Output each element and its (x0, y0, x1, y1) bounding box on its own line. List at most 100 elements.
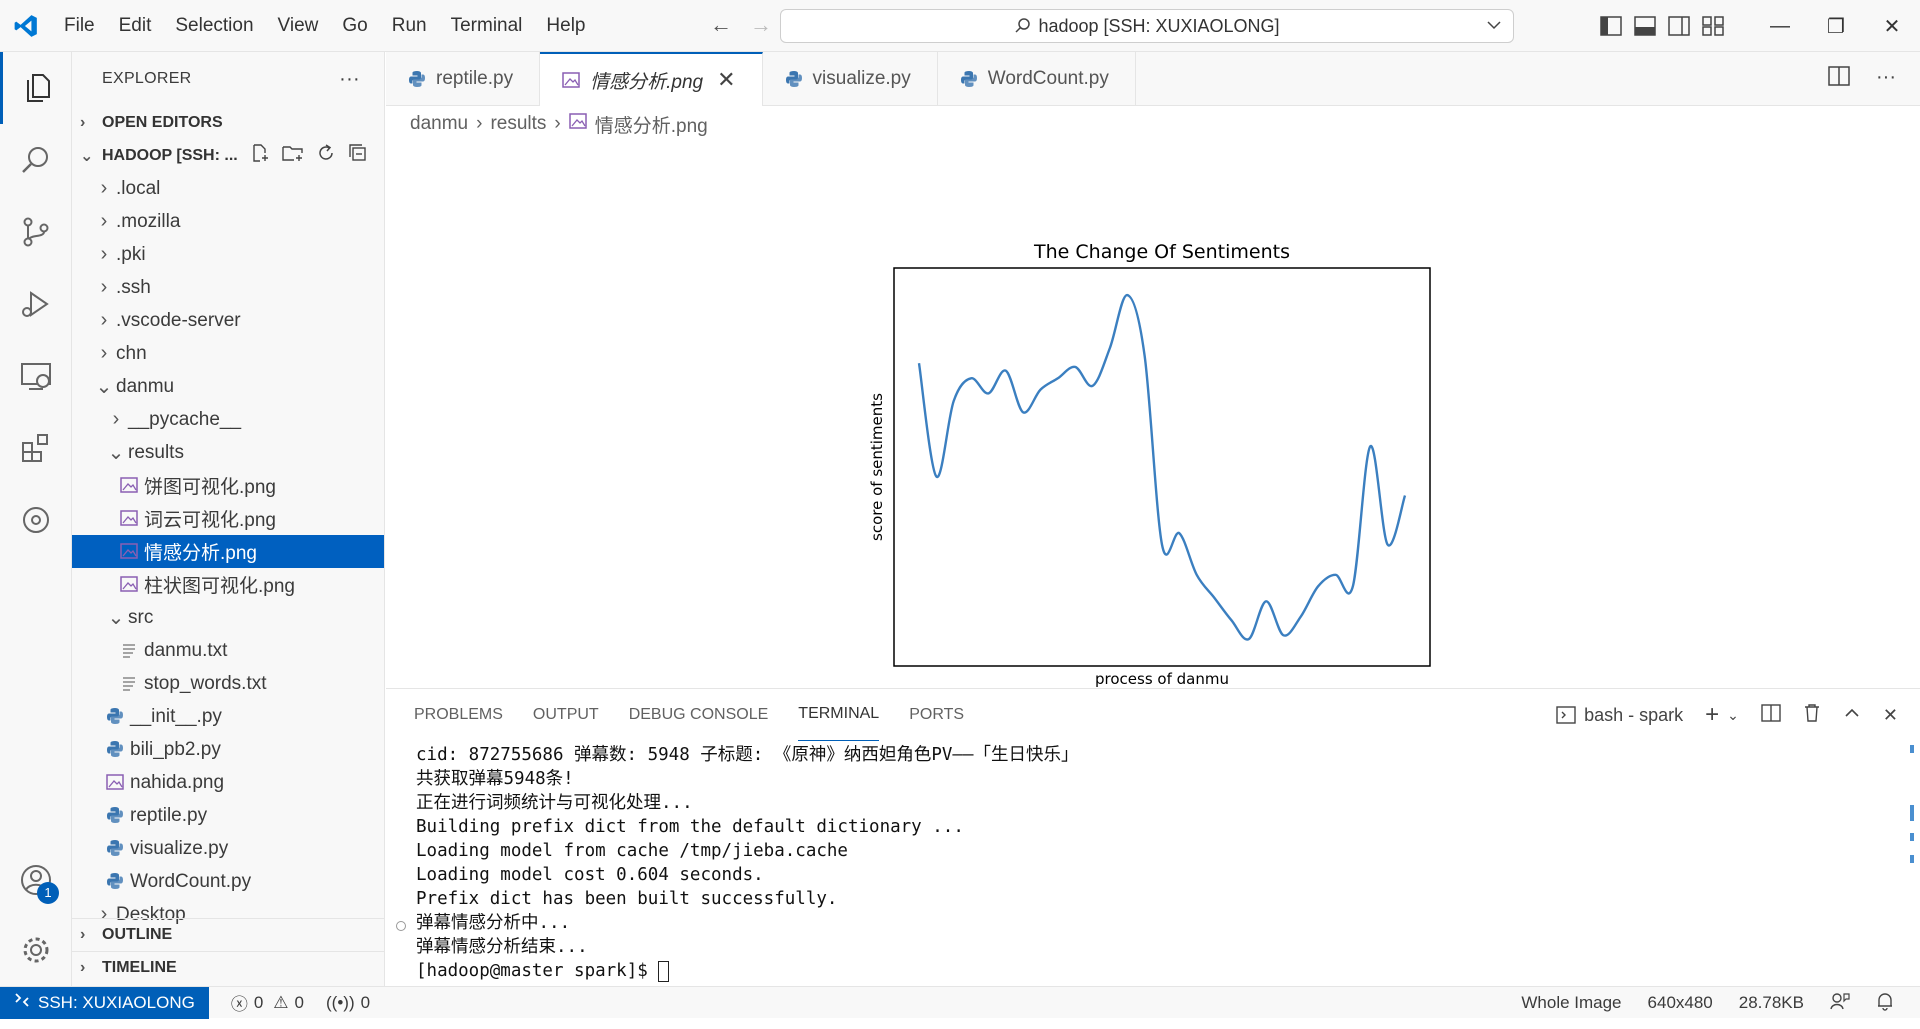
split-terminal-icon[interactable] (1761, 703, 1781, 728)
more-actions-icon[interactable]: ··· (339, 68, 360, 91)
tree-folder[interactable]: › chn (72, 337, 384, 370)
tree-file[interactable]: stop_words.txt (72, 667, 384, 700)
open-editors-section[interactable]: › OPEN EDITORS (72, 106, 384, 139)
editor-tab[interactable]: 情感分析.png ✕ (540, 52, 763, 106)
chevron-down-icon[interactable]: ⌄ (1727, 707, 1739, 724)
settings-gear-icon[interactable] (0, 914, 72, 986)
refresh-icon[interactable] (316, 143, 336, 168)
error-icon: ⓧ (230, 995, 248, 1014)
tree-folder[interactable]: ⌄ src (72, 601, 384, 634)
breadcrumb-item[interactable]: danmu (410, 113, 468, 135)
maximize-panel-icon[interactable] (1843, 704, 1861, 727)
panel-tab-output[interactable]: OUTPUT (533, 689, 599, 741)
new-folder-icon[interactable] (282, 143, 304, 168)
remote-explorer-icon[interactable] (0, 340, 72, 412)
tree-folder[interactable]: › .local (72, 172, 384, 205)
panel-tab-ports[interactable]: PORTS (909, 689, 964, 741)
tree-file[interactable]: danmu.txt (72, 634, 384, 667)
tree-folder[interactable]: › .mozilla (72, 205, 384, 238)
close-panel-icon[interactable]: ✕ (1883, 705, 1898, 726)
tree-file[interactable]: __init__.py (72, 700, 384, 733)
menu-view[interactable]: View (266, 0, 331, 52)
tree-folder[interactable]: › .vscode-server (72, 304, 384, 337)
search-icon (1015, 18, 1031, 33)
back-arrow-icon[interactable]: ← (710, 12, 732, 38)
tree-file[interactable]: 情感分析.png (72, 535, 384, 568)
problems-status[interactable]: ⓧ 0 ⚠ 0 (231, 990, 304, 1015)
menu-file[interactable]: File (52, 0, 107, 52)
customize-layout-icon[interactable] (1702, 16, 1724, 36)
chevron-down-icon[interactable] (1485, 16, 1503, 39)
extensions-icon[interactable] (0, 412, 72, 484)
panel-tab-problems[interactable]: PROBLEMS (414, 689, 503, 741)
breadcrumb-item[interactable]: results (490, 113, 546, 135)
tree-label: reptile.py (130, 804, 208, 826)
search-icon[interactable] (0, 124, 72, 196)
toggle-primary-sidebar-icon[interactable] (1600, 16, 1622, 36)
forward-arrow-icon[interactable]: → (750, 12, 772, 38)
tree-folder[interactable]: ⌄ danmu (72, 370, 384, 403)
more-actions-icon[interactable]: ··· (1876, 66, 1896, 92)
tree-label: nahida.png (130, 771, 225, 793)
toggle-panel-icon[interactable] (1634, 16, 1656, 36)
run-debug-icon[interactable] (0, 268, 72, 340)
view-mode[interactable]: Whole Image (1521, 993, 1621, 1013)
tree-file[interactable]: visualize.py (72, 832, 384, 865)
restore-icon[interactable]: ❐ (1808, 14, 1864, 39)
menu-run[interactable]: Run (380, 0, 439, 52)
tree-file[interactable]: bili_pb2.py (72, 733, 384, 766)
tree-label: 情感分析.png (144, 543, 257, 564)
notifications-bell-icon[interactable] (1876, 991, 1894, 1016)
ports-status[interactable]: ((•)) 0 (326, 993, 370, 1013)
terminal-output[interactable]: cid: 872755686 弹幕数: 5948 子标题: 《原神》纳西妲角色P… (416, 743, 1079, 983)
trash-icon[interactable] (1803, 703, 1821, 728)
editor-tab[interactable]: reptile.py (386, 52, 541, 106)
feedback-icon[interactable] (1830, 992, 1850, 1015)
panel-tab-debug-console[interactable]: DEBUG CONSOLE (629, 689, 769, 741)
editor-tab[interactable]: visualize.py (763, 52, 938, 106)
tree-file[interactable]: nahida.png (72, 766, 384, 799)
new-file-icon[interactable] (250, 143, 270, 168)
menu-edit[interactable]: Edit (107, 0, 164, 52)
close-tab-icon[interactable]: ✕ (717, 67, 735, 93)
tree-file[interactable]: reptile.py (72, 799, 384, 832)
tree-folder[interactable]: ⌄ results (72, 436, 384, 469)
outline-section[interactable]: › OUTLINE (72, 918, 384, 951)
terminal-line: 正在进行词频统计与可视化处理... (416, 793, 693, 813)
remote-indicator[interactable]: SSH: XUXIAOLONG (0, 986, 209, 1019)
tree-file[interactable]: 饼图可视化.png (72, 469, 384, 502)
terminal-selector[interactable]: bash - spark (1556, 705, 1683, 726)
tree-file[interactable]: 词云可视化.png (72, 502, 384, 535)
tree-file[interactable]: WordCount.py (72, 865, 384, 898)
explorer-icon[interactable] (0, 52, 72, 124)
tree-label: __pycache__ (128, 408, 242, 430)
new-terminal-icon[interactable]: + (1705, 701, 1719, 729)
workspace-section[interactable]: ⌄ HADOOP [SSH: ... (72, 139, 384, 172)
command-center[interactable]: hadoop [SSH: XUXIAOLONG] (780, 9, 1514, 43)
vscode-logo-icon (0, 0, 52, 52)
breadcrumb-item[interactable]: 情感分析.png (595, 111, 708, 138)
scrollbar-markers[interactable] (1910, 745, 1914, 985)
tree-folder[interactable]: › .pki (72, 238, 384, 271)
menu-selection[interactable]: Selection (163, 0, 265, 52)
menu-help[interactable]: Help (534, 0, 597, 52)
menu-go[interactable]: Go (330, 0, 379, 52)
chart-title: The Change Of Sentiments (1033, 241, 1290, 263)
toggle-secondary-sidebar-icon[interactable] (1668, 16, 1690, 36)
minimize-icon[interactable]: — (1752, 15, 1808, 38)
split-editor-icon[interactable] (1828, 66, 1850, 92)
tree-file[interactable]: 柱状图可视化.png (72, 568, 384, 601)
panel-tab-terminal[interactable]: TERMINAL (798, 689, 880, 741)
collapse-all-icon[interactable] (348, 143, 368, 168)
editor-tab[interactable]: WordCount.py (938, 52, 1136, 106)
tree-folder[interactable]: › .ssh (72, 271, 384, 304)
image-file-icon (120, 475, 144, 497)
menu-terminal[interactable]: Terminal (439, 0, 535, 52)
terminal-prompt-line: [hadoop@master spark]$ (416, 959, 1079, 983)
timeline-view-icon[interactable] (0, 484, 72, 556)
accounts-icon[interactable]: 1 (0, 844, 72, 916)
source-control-icon[interactable] (0, 196, 72, 268)
close-window-icon[interactable]: ✕ (1864, 14, 1920, 39)
timeline-section[interactable]: › TIMELINE (72, 951, 384, 984)
tree-folder[interactable]: › __pycache__ (72, 403, 384, 436)
